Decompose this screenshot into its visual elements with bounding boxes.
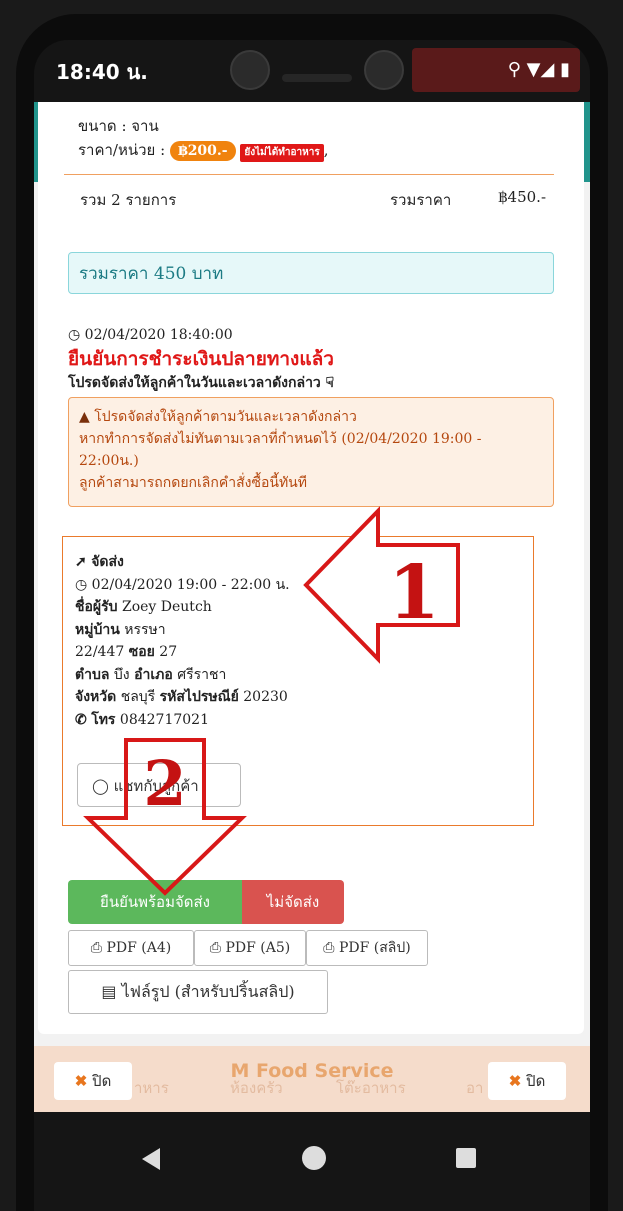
- order-modal: ขนาด : จาน ราคา/หน่วย : ฿200.- ยังไม่ได้…: [38, 102, 584, 1034]
- recipient-label: ชื่อผู้รับ: [75, 599, 118, 615]
- pdf-slip-button[interactable]: ⎙ PDF (สลิป): [306, 930, 428, 966]
- phone-row: ✆ โทร 0842717021: [75, 709, 521, 732]
- delivery-instruction: โปรดจัดส่งให้ลูกค้าในวันและเวลาดังกล่าว …: [68, 372, 558, 394]
- recipient-row: ชื่อผู้รับ Zoey Deutch: [75, 596, 521, 619]
- recent-apps-icon[interactable]: [456, 1148, 476, 1168]
- clock-icon: ◷: [75, 576, 88, 593]
- warning-text: โปรดจัดส่งให้ลูกค้าตามวันและเวลาดังกล่าว: [94, 409, 357, 425]
- status-time: 18:40 น.: [56, 60, 148, 84]
- camera-icon: [230, 50, 270, 90]
- pdf-a4-label: PDF (A4): [106, 940, 172, 956]
- address-number: 22/447: [75, 644, 125, 660]
- warning-cancel-note: ลูกค้าสามารถกดยกเลิกคำสั่งซื้อนี้ทันที: [79, 475, 307, 491]
- payment-confirmation: ◷ 02/04/2020 18:40:00 ยืนยันการชำระเงินป…: [68, 324, 558, 394]
- shipping-time: 02/04/2020 19:00 - 22:00 น.: [91, 576, 290, 593]
- warning-deadline: หากทำการจัดส่งไม่ทันตามเวลาที่กำหนดไว้ (…: [79, 431, 482, 469]
- thumbs-down-icon: ☟: [325, 375, 335, 391]
- phone-label: โทร: [91, 711, 116, 728]
- back-icon[interactable]: [142, 1148, 160, 1170]
- pdf-a5-button[interactable]: ⎙ PDF (A5): [194, 930, 306, 966]
- chat-bubble-icon: ◯: [92, 777, 109, 795]
- image-file-label: ไฟล์รูป (สำหรับปริ้นสลิป): [121, 982, 295, 1001]
- confirmation-timestamp: 02/04/2020 18:40:00: [84, 327, 233, 343]
- status-badge: ยังไม่ได้ทำอาหาร: [240, 144, 324, 162]
- district-label: อำเภอ: [134, 666, 173, 683]
- home-icon[interactable]: [302, 1146, 326, 1170]
- total-value: ฿450.-: [498, 188, 547, 206]
- village-label: หมู่บ้าน: [75, 621, 120, 638]
- district-row: ตำบล บึง อำเภอ ศรีราชา: [75, 664, 521, 687]
- total-price-alert: รวมราคา 450 บาท: [68, 252, 554, 294]
- confirmation-time: ◷ 02/04/2020 18:40:00: [68, 324, 558, 346]
- divider: [64, 174, 554, 175]
- speaker-grille: [282, 74, 352, 82]
- close-icon: ✖: [74, 1072, 88, 1090]
- shipping-time-row: ◷ 02/04/2020 19:00 - 22:00 น.: [75, 574, 521, 597]
- item-size: ขนาด : จาน: [78, 117, 159, 135]
- pdf-slip-label: PDF (สลิป): [338, 940, 411, 956]
- shipping-heading: จัดส่ง: [91, 554, 124, 570]
- phone-number: 0842717021: [119, 711, 209, 728]
- subdistrict-label: ตำบล: [75, 666, 110, 683]
- android-nav-bar: [34, 1112, 590, 1211]
- shipping-panel: ➚ จัดส่ง ◷ 02/04/2020 19:00 - 22:00 น. ช…: [62, 536, 534, 826]
- pdf-a5-label: PDF (A5): [225, 940, 291, 956]
- chat-customer-button[interactable]: ◯ แชทกับลูกค้า: [77, 763, 241, 807]
- address-row: 22/447 ซอย 27: [75, 641, 521, 664]
- warning-icon: ▲: [79, 409, 90, 425]
- delivery-instruction-text: โปรดจัดส่งให้ลูกค้าในวันและเวลาดังกล่าว: [68, 375, 321, 391]
- close-button-right[interactable]: ✖ ปิด: [488, 1062, 566, 1100]
- chat-button-label: แชทกับลูกค้า: [113, 777, 199, 795]
- item-price-badge: ฿200.-: [169, 141, 236, 161]
- status-icons: ⚲ ▼◢ ▮: [412, 48, 580, 92]
- village-name: หรรษา: [124, 621, 166, 638]
- item-price-label: ราคา/หน่วย :: [78, 141, 166, 159]
- status-bar: 18:40 น. ⚲ ▼◢ ▮: [34, 40, 590, 102]
- warning-line: ▲ โปรดจัดส่งให้ลูกค้าตามวันและเวลาดังกล่…: [79, 406, 543, 428]
- close-label: ปิด: [92, 1072, 112, 1090]
- soi-label: ซอย: [128, 644, 155, 660]
- confirm-ship-button[interactable]: ยืนยันพร้อมจัดส่ง: [68, 880, 242, 924]
- phone-screen: 18:40 น. ⚲ ▼◢ ▮ ขนาด : จาน ราคา/หน่วย : …: [34, 40, 590, 1211]
- soi-value: 27: [159, 644, 178, 660]
- bottom-toolbar: าหาร ห้องครัว โต๊ะอาหาร อา M Food Servic…: [34, 1046, 590, 1112]
- no-ship-button[interactable]: ไม่จัดส่ง: [242, 880, 344, 924]
- app-content: ขนาด : จาน ราคา/หน่วย : ฿200.- ยังไม่ได้…: [34, 102, 590, 1082]
- shipping-heading-row: ➚ จัดส่ง: [75, 551, 521, 574]
- close-button-left[interactable]: ✖ ปิด: [54, 1062, 132, 1100]
- order-item-details: ขนาด : จาน ราคา/หน่วย : ฿200.- ยังไม่ได้…: [78, 114, 328, 162]
- item-price-line: ราคา/หน่วย : ฿200.- ยังไม่ได้ทำอาหาร,: [78, 138, 328, 162]
- camera-icon: [364, 50, 404, 90]
- postcode-value: 20230: [243, 689, 288, 705]
- close-icon: ✖: [508, 1072, 522, 1090]
- close-label: ปิด: [526, 1072, 546, 1090]
- file-icon: ▤: [101, 982, 117, 1001]
- warning-box: ▲ โปรดจัดส่งให้ลูกค้าตามวันและเวลาดังกล่…: [68, 397, 554, 507]
- province-value: ชลบุรี: [120, 689, 156, 705]
- phone-icon: ✆: [75, 711, 87, 728]
- confirmation-title: ยืนยันการชำระเงินปลายทางแล้ว: [68, 348, 334, 370]
- item-trailing: ,: [323, 141, 329, 159]
- phone-frame: 18:40 น. ⚲ ▼◢ ▮ ขนาด : จาน ราคา/หน่วย : …: [0, 0, 623, 1211]
- district-value: ศรีราชา: [177, 666, 227, 683]
- subdistrict-value: บึง: [113, 666, 130, 683]
- pdf-a4-button[interactable]: ⎙ PDF (A4): [68, 930, 194, 966]
- pdf-icon: ⎙: [209, 940, 221, 956]
- province-label: จังหวัด: [75, 689, 117, 705]
- pdf-icon: ⎙: [323, 940, 335, 956]
- items-count: รวม 2 รายการ: [80, 191, 177, 209]
- image-file-button[interactable]: ▤ ไฟล์รูป (สำหรับปริ้นสลิป): [68, 970, 328, 1014]
- recipient-name: Zoey Deutch: [121, 599, 212, 615]
- send-icon: ➚: [75, 554, 87, 570]
- pdf-icon: ⎙: [90, 940, 102, 956]
- postcode-label: รหัสไปรษณีย์: [159, 689, 239, 705]
- village-row: หมู่บ้าน หรรษา: [75, 619, 521, 642]
- total-label: รวมราคา: [390, 191, 452, 209]
- clock-icon: ◷: [68, 327, 81, 343]
- province-row: จังหวัด ชลบุรี รหัสไปรษณีย์ 20230: [75, 686, 521, 709]
